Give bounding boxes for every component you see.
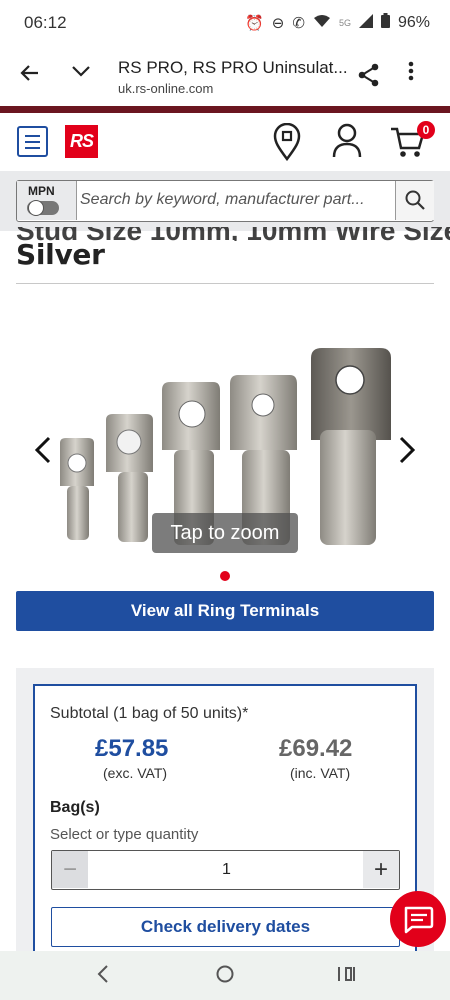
chevron-down-icon[interactable] [70, 60, 92, 88]
quantity-input[interactable]: 1 [88, 851, 365, 888]
product-title: Silver [16, 238, 105, 271]
browser-url[interactable]: uk.rs-online.com [118, 81, 213, 96]
tap-to-zoom-hint[interactable]: Tap to zoom [152, 513, 298, 553]
wifi-icon [313, 14, 331, 32]
search-input[interactable]: Search by keyword, manufacturer part... [80, 191, 365, 209]
dnd-icon: ⊖ [271, 14, 285, 32]
previous-image-icon[interactable] [34, 435, 52, 473]
rs-logo[interactable]: RS [65, 125, 98, 158]
price-ex-vat: £57.85 [95, 735, 169, 762]
subtotal-label: Subtotal (1 bag of 50 units)* [50, 705, 249, 722]
chat-icon [404, 906, 434, 934]
price-inc-vat: £69.42 [279, 735, 353, 762]
increase-quantity-button[interactable]: + [363, 851, 399, 888]
system-nav-bar [0, 951, 450, 1000]
cart-count-badge: 0 [417, 121, 435, 139]
search-icon [405, 190, 425, 210]
hamburger-menu-icon[interactable] [17, 126, 48, 157]
status-icons: ⏰ ⊖ ✆ 5G 96% [245, 13, 430, 32]
battery-percent: 96% [397, 13, 430, 31]
back-arrow-icon[interactable] [20, 62, 40, 90]
nav-home-icon[interactable] [215, 963, 235, 991]
ex-vat-label: (exc. VAT) [103, 765, 168, 781]
nav-recents-icon[interactable] [336, 963, 356, 991]
quantity-hint: Select or type quantity [50, 826, 199, 843]
quantity-stepper: − 1 + [51, 850, 400, 890]
site-top-stripe [0, 106, 450, 113]
chat-button[interactable] [390, 891, 446, 947]
site-header: RS 0 [0, 113, 450, 171]
next-image-icon[interactable] [398, 435, 416, 473]
wifi-call-icon: ✆ [292, 14, 305, 32]
check-delivery-dates-button[interactable]: Check delivery dates [51, 907, 400, 947]
signal-icon [358, 13, 373, 32]
battery-icon [380, 13, 390, 32]
browser-page-title[interactable]: RS PRO, RS PRO Uninsulat... [118, 58, 358, 78]
search-button[interactable] [395, 181, 434, 220]
unit-label: Bag(s) [50, 799, 100, 816]
status-bar: 06:12 ⏰ ⊖ ✆ 5G 96% [0, 0, 450, 48]
mpn-switch-knob[interactable] [28, 200, 44, 216]
account-icon[interactable] [332, 123, 362, 159]
more-menu-icon[interactable] [408, 60, 414, 88]
5g-icon: 5G [338, 17, 351, 28]
view-all-button[interactable]: View all Ring Terminals [16, 591, 434, 631]
divider [16, 283, 434, 284]
decrease-quantity-button[interactable]: − [52, 851, 88, 888]
search-bar: MPN Search by keyword, manufacturer part… [16, 180, 434, 222]
nav-back-icon[interactable] [96, 963, 110, 991]
share-icon[interactable] [356, 62, 382, 88]
carousel-dot-active[interactable] [220, 571, 230, 581]
mpn-toggle[interactable]: MPN [17, 181, 77, 220]
location-pin-icon[interactable] [273, 122, 301, 162]
inc-vat-label: (inc. VAT) [290, 765, 351, 781]
alarm-icon: ⏰ [245, 14, 264, 32]
browser-toolbar: RS PRO, RS PRO Uninsulat... uk.rs-online… [0, 48, 450, 106]
mpn-label: MPN [28, 184, 55, 198]
status-time: 06:12 [24, 13, 67, 32]
